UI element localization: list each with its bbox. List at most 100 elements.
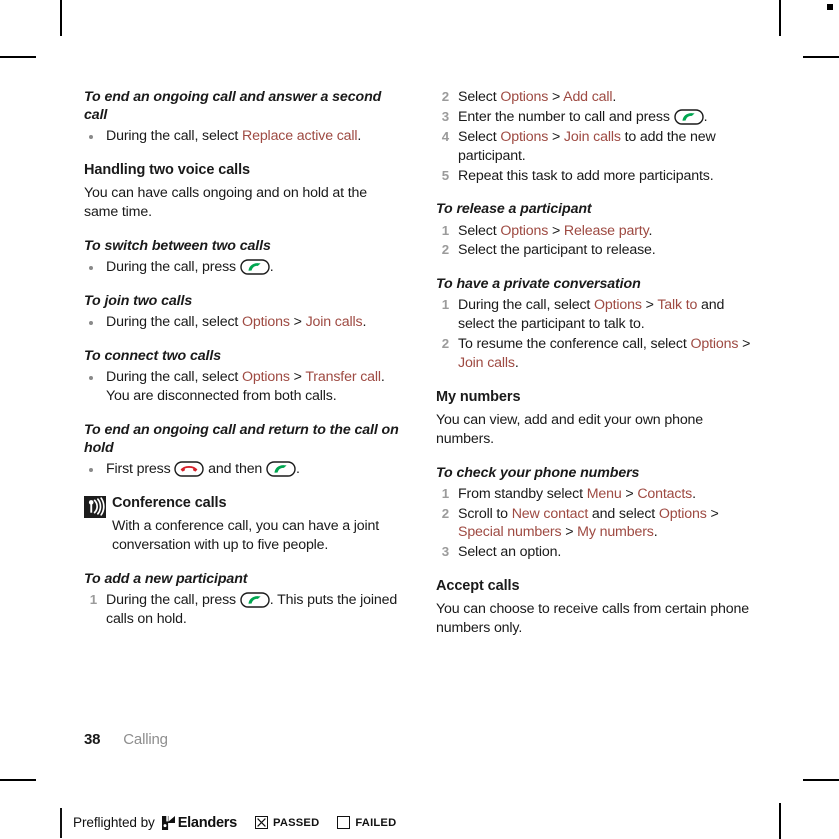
chapter-name: Calling [123, 731, 168, 748]
preflight-divider [60, 807, 62, 838]
section-conference-calls: Conference calls With a conference call,… [84, 494, 404, 555]
section-heading: To check your phone numbers [436, 464, 640, 481]
section-add-new-participant: To add a new participant During the call… [84, 570, 404, 629]
section-my-numbers: My numbers You can view, add and edit yo… [436, 388, 756, 449]
list-item: During the call, select Options > Talk t… [436, 296, 725, 333]
ui-reference-options: Options [500, 222, 549, 239]
section-end-and-return-to-hold: To end an ongoing call and return to the… [84, 421, 404, 479]
ui-reference-join-calls: Join calls [563, 128, 621, 145]
section-heading: Accept calls [436, 578, 520, 595]
section-add-new-participant-continued: Select Options > Add call. Enter the num… [436, 88, 756, 185]
crop-mark-bottom-right-vertical [779, 803, 781, 839]
section-body: You can choose to receive calls from cer… [436, 601, 749, 636]
ui-reference-menu: Menu [586, 485, 622, 502]
list-item: During the call, select Options > Transf… [84, 368, 404, 406]
ui-reference-join-calls: Join calls [305, 314, 363, 331]
section-heading: To add a new participant [84, 570, 248, 587]
bullet-list: During the call, press . [84, 258, 404, 277]
list-item: Repeat this task to add more participant… [436, 167, 756, 186]
ui-reference-release-party: Release party [563, 222, 649, 239]
manual-page: To end an ongoing call and answer a seco… [0, 0, 839, 786]
list-item: Select Options > Join calls to add the n… [436, 128, 716, 164]
numbered-list: During the call, select Options > Talk t… [436, 296, 756, 373]
passed-checkbox[interactable] [254, 816, 268, 829]
list-item: From standby select Menu > Contacts. [436, 485, 696, 503]
left-column: To end an ongoing call and answer a seco… [84, 88, 404, 653]
list-item: Enter the number to call and press . [436, 108, 708, 126]
ui-reference-transfer-call: Transfer call [305, 369, 381, 386]
ui-reference-talk-to: Talk to [657, 297, 698, 314]
section-heading: To connect two calls [84, 347, 222, 364]
section-heading: Conference calls [112, 495, 227, 512]
ui-reference-options: Options [658, 505, 707, 522]
ui-reference-options: Options [241, 314, 290, 331]
section-release-a-participant: To release a participant Select Options … [436, 200, 756, 260]
ui-reference-contacts: Contacts [637, 485, 693, 502]
section-heading: To end an ongoing call and answer a seco… [84, 89, 382, 124]
ui-reference-add-call: Add call [563, 89, 613, 105]
section-switch-between-two-calls: To switch between two calls During the c… [84, 237, 404, 277]
section-body: You can have calls ongoing and on hold a… [84, 185, 368, 220]
list-item: During the call, press . This puts the j… [84, 591, 398, 627]
section-accept-calls: Accept calls You can choose to receive c… [436, 577, 756, 638]
section-heading: To release a participant [436, 201, 592, 218]
preflight-passed: PASSED [254, 816, 320, 829]
section-heading: My numbers [436, 388, 521, 405]
bullet-list: During the call, select Options > Join c… [84, 313, 404, 332]
section-heading: To join two calls [84, 292, 193, 309]
list-item: To resume the conference call, select Op… [436, 335, 751, 372]
call-key-icon [240, 259, 270, 275]
step-text: Repeat this task to add more participant… [458, 167, 714, 184]
list-item: During the call, press . [84, 258, 404, 277]
section-connect-two-calls: To connect two calls During the call, se… [84, 347, 404, 406]
numbered-list: Select Options > Add call. Enter the num… [436, 88, 756, 185]
list-item: During the call, select Options > Join c… [84, 313, 404, 332]
page-number: 38 [84, 731, 101, 748]
numbered-list: Select Options > Release party. Select t… [436, 222, 756, 261]
list-item: Select the participant to release. [436, 241, 756, 260]
section-end-and-answer: To end an ongoing call and answer a seco… [84, 88, 404, 146]
call-key-icon [673, 109, 704, 125]
ui-reference-my-numbers: My numbers [577, 524, 654, 541]
preflight-prefix: Preflighted by [73, 815, 155, 830]
preflight-failed: FAILED [337, 816, 396, 829]
section-handling-two-voice-calls: Handling two voice calls You can have ca… [84, 161, 404, 222]
list-item: Select Options > Add call. [436, 88, 617, 106]
ui-reference: Replace active call [241, 128, 358, 145]
ui-reference-special-numbers: Special numbers [458, 524, 562, 541]
ui-reference-options: Options [690, 336, 739, 353]
list-item: Select an option. [436, 543, 756, 562]
bullet-list: First press and then . [84, 460, 404, 479]
section-join-two-calls: To join two calls During the call, selec… [84, 292, 404, 332]
section-heading: Handling two voice calls [84, 162, 250, 179]
elanders-brand-name: Elanders [177, 814, 238, 831]
ui-reference-options: Options [500, 89, 549, 105]
list-item: During the call, select Replace active c… [84, 127, 404, 146]
antenna-signal-icon [84, 496, 106, 519]
ui-reference-join-calls: Join calls [458, 355, 515, 372]
preflight-bar: Preflighted by Elanders PASSED FAILED [60, 806, 396, 839]
end-call-key-icon [174, 461, 205, 477]
numbered-list: During the call, press . This puts the j… [84, 591, 404, 629]
section-check-phone-numbers: To check your phone numbers From standby… [436, 464, 756, 563]
failed-label: FAILED [355, 816, 397, 829]
call-key-icon [240, 592, 270, 608]
section-private-conversation: To have a private conversation During th… [436, 275, 756, 373]
section-heading: To have a private conversation [436, 276, 641, 293]
list-item: Select Options > Release party. [436, 222, 653, 240]
ui-reference-options: Options [241, 369, 290, 386]
failed-checkbox[interactable] [337, 816, 351, 829]
ui-reference-options: Options [593, 297, 642, 314]
call-key-icon [266, 461, 296, 477]
bullet-list: During the call, select Replace active c… [84, 127, 404, 146]
section-body: With a conference call, you can have a j… [112, 517, 380, 553]
list-item: First press and then . [84, 460, 404, 479]
bullet-list: During the call, select Options > Transf… [84, 368, 404, 406]
section-heading: To end an ongoing call and return to the… [84, 421, 399, 456]
list-item: Scroll to New contact and select Options… [436, 505, 719, 541]
step-text: Select an option. [458, 544, 562, 561]
section-heading: To switch between two calls [84, 237, 271, 254]
section-body: You can view, add and edit your own phon… [436, 411, 704, 447]
page-footer: 38 Calling [84, 731, 168, 748]
passed-label: PASSED [272, 816, 320, 829]
